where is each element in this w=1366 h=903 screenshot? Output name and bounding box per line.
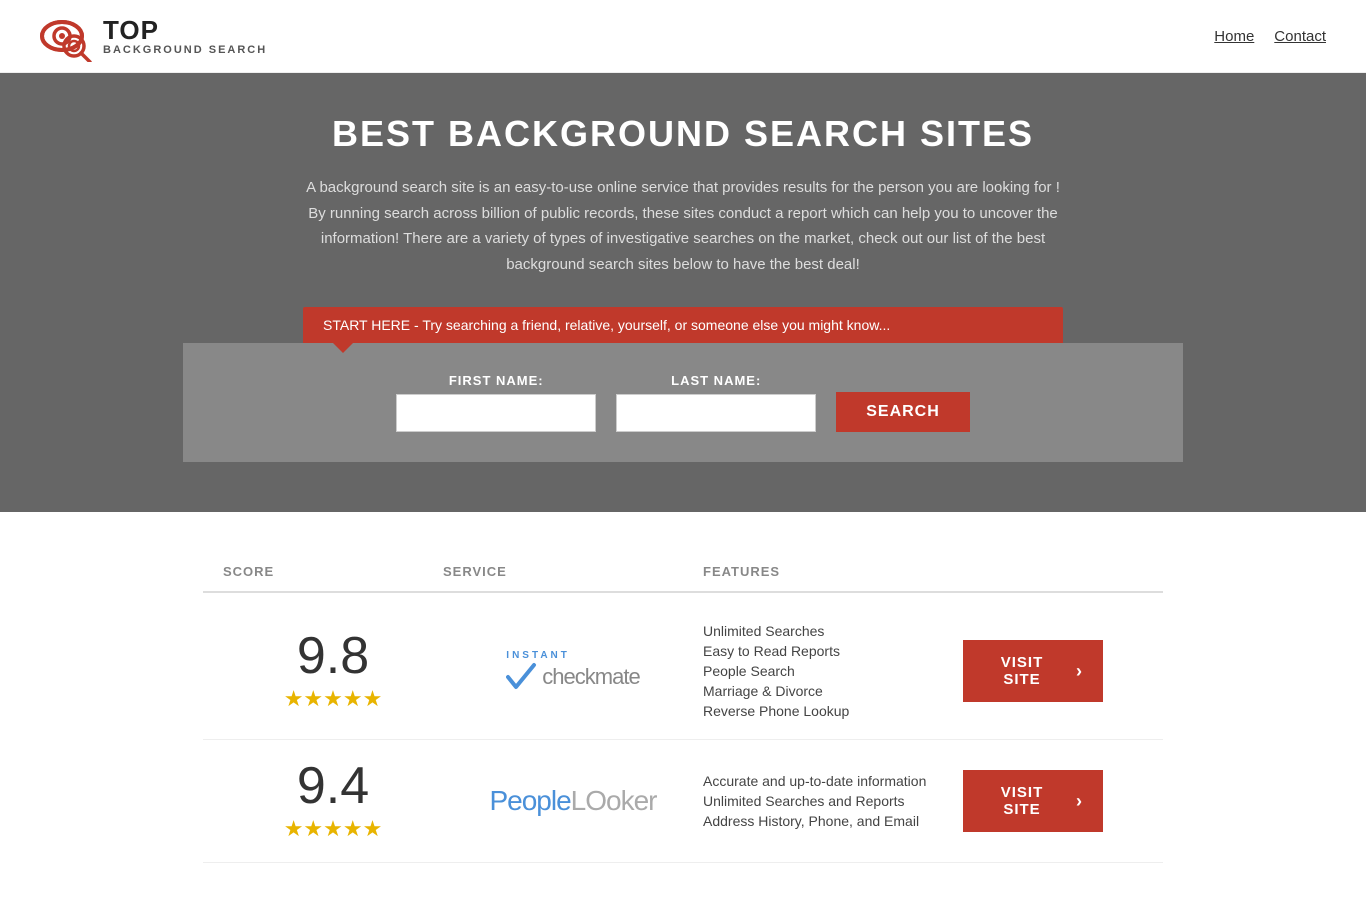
hero-section: BEST BACKGROUND SEARCH SITES A backgroun… [0, 73, 1366, 512]
logo: TOP BACKGROUND SEARCH [40, 10, 267, 62]
col-service: SERVICE [443, 564, 703, 579]
feature-item: Easy to Read Reports [703, 643, 963, 659]
nav-home[interactable]: Home [1214, 28, 1254, 45]
last-name-group: LAST NAME: [616, 373, 816, 432]
ic-instant-label: INSTANT [506, 650, 570, 661]
col-score: SCORE [223, 564, 443, 579]
feature-item: People Search [703, 663, 963, 679]
features-list-1: Unlimited Searches Easy to Read Reports … [703, 623, 963, 719]
visit-site-button-1[interactable]: VISIT SITE › [963, 640, 1103, 702]
hero-title: BEST BACKGROUND SEARCH SITES [20, 113, 1346, 155]
visit-label-1: VISIT SITE [983, 654, 1061, 688]
feature-item: Marriage & Divorce [703, 683, 963, 699]
feature-item: Unlimited Searches and Reports [703, 793, 963, 809]
first-name-group: FIRST NAME: [396, 373, 596, 432]
logo-icon [40, 10, 98, 62]
logo-top-label: TOP [103, 16, 267, 45]
table-row: 9.4 ★★★★★ PeopleLOoker Accurate and up-t… [203, 740, 1163, 863]
last-name-label: LAST NAME: [616, 373, 816, 388]
visit-btn-area-1: VISIT SITE › [963, 640, 1143, 702]
col-features: FEATURES [703, 564, 963, 579]
first-name-label: FIRST NAME: [396, 373, 596, 388]
feature-item: Unlimited Searches [703, 623, 963, 639]
feature-item: Reverse Phone Lookup [703, 703, 963, 719]
checkmate-check-icon [506, 661, 542, 693]
stars-1: ★★★★★ [223, 686, 443, 712]
arrow-icon-1: › [1076, 661, 1083, 682]
service-logo-1: INSTANT checkmate [443, 650, 703, 693]
table-row: 9.8 ★★★★★ INSTANT checkmate Unlimited Se… [203, 603, 1163, 740]
score-area-1: 9.8 ★★★★★ [223, 630, 443, 712]
visit-btn-area-2: VISIT SITE › [963, 770, 1143, 832]
visit-site-button-2[interactable]: VISIT SITE › [963, 770, 1103, 832]
results-table: SCORE SERVICE FEATURES 9.8 ★★★★★ INSTANT… [183, 552, 1183, 863]
peoplelooker-people: People [489, 785, 570, 816]
first-name-input[interactable] [396, 394, 596, 432]
features-list-2: Accurate and up-to-date information Unli… [703, 773, 963, 829]
peoplelooker-looker: LOoker [571, 785, 657, 816]
main-nav: Home Contact [1214, 28, 1326, 45]
logo-bottom-label: BACKGROUND SEARCH [103, 44, 267, 56]
nav-contact[interactable]: Contact [1274, 28, 1326, 45]
last-name-input[interactable] [616, 394, 816, 432]
stars-2: ★★★★★ [223, 816, 443, 842]
arrow-icon-2: › [1076, 791, 1083, 812]
col-action [963, 564, 1143, 579]
visit-label-2: VISIT SITE [983, 784, 1061, 818]
logo-text: TOP BACKGROUND SEARCH [103, 16, 267, 57]
table-header-row: SCORE SERVICE FEATURES [203, 552, 1163, 593]
feature-item: Accurate and up-to-date information [703, 773, 963, 789]
search-form: FIRST NAME: LAST NAME: SEARCH [183, 343, 1183, 462]
score-value-1: 9.8 [223, 630, 443, 682]
search-callout: START HERE - Try searching a friend, rel… [303, 307, 1063, 343]
search-button[interactable]: SEARCH [836, 392, 970, 432]
score-area-2: 9.4 ★★★★★ [223, 760, 443, 842]
hero-description: A background search site is an easy-to-u… [303, 175, 1063, 277]
site-header: TOP BACKGROUND SEARCH Home Contact [0, 0, 1366, 73]
ic-brand-text: checkmate [542, 664, 639, 690]
service-logo-2: PeopleLOoker [443, 785, 703, 817]
feature-item: Address History, Phone, and Email [703, 813, 963, 829]
